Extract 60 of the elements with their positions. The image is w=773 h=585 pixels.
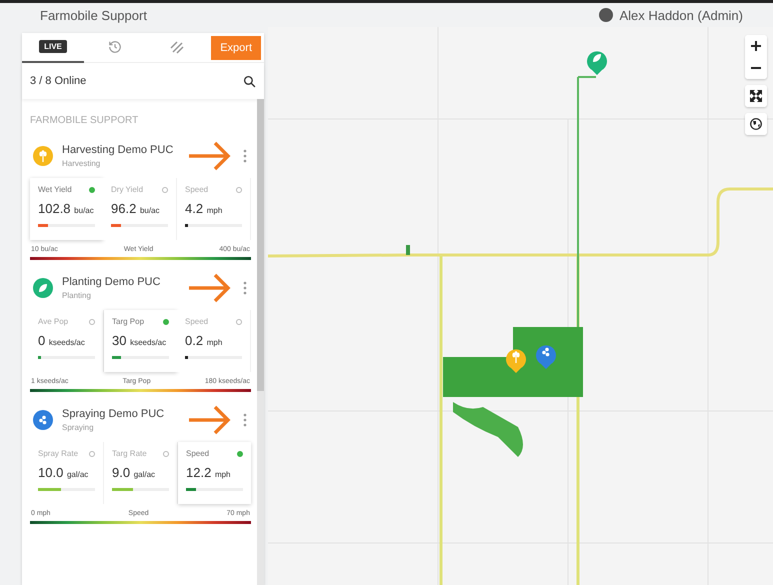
metric-label: Speed xyxy=(185,317,208,326)
metric-card[interactable]: Targ Pop 30 kseeds/ac xyxy=(104,310,177,372)
metric-label: Dry Yield xyxy=(111,185,144,194)
history-icon xyxy=(108,40,122,54)
arrow-annotation-icon xyxy=(187,271,231,305)
machine-activity: Harvesting xyxy=(62,159,102,168)
metric-value: 10.0 gal/ac xyxy=(38,465,90,480)
zoom-in-button[interactable] xyxy=(745,35,767,57)
live-badge: LIVE xyxy=(39,40,67,53)
user-avatar-icon xyxy=(599,8,614,22)
metric-value: 102.8 bu/ac xyxy=(38,201,95,216)
droplets-icon xyxy=(38,415,48,425)
machine-name[interactable]: Planting Demo PUC xyxy=(62,276,178,288)
arrow-annotation-icon xyxy=(187,403,231,437)
leaf-icon xyxy=(593,54,601,62)
user-name[interactable]: Alex Haddon (Admin) xyxy=(619,8,743,22)
metric-value: 0.2 mph xyxy=(185,333,224,348)
metric-card[interactable]: Speed 12.2 mph xyxy=(178,442,251,504)
metric-value: 0 kseeds/ac xyxy=(38,333,86,348)
metric-label: Targ Pop xyxy=(112,317,144,326)
metric-label: Targ Rate xyxy=(112,449,147,458)
metric-label: Ave Pop xyxy=(38,317,68,326)
wheat-icon xyxy=(38,150,48,162)
planting-map-marker[interactable] xyxy=(587,51,607,75)
metric-label: Wet Yield xyxy=(38,185,72,194)
leaf-icon xyxy=(38,283,48,293)
machine-activity: Spraying xyxy=(62,423,95,432)
globe-icon xyxy=(750,118,762,130)
metric-label: Speed xyxy=(186,449,210,458)
scrollbar-thumb[interactable] xyxy=(257,99,264,391)
more-menu-icon[interactable] xyxy=(242,281,248,295)
stripes-icon xyxy=(170,40,184,54)
harvesting-map-marker[interactable] xyxy=(506,349,526,373)
machine-activity: Planting xyxy=(62,291,92,300)
metric-card[interactable]: Wet Yield 102.8 bu/ac xyxy=(30,178,103,240)
group-heading: FARMOBILE SUPPORT xyxy=(30,115,140,126)
metric-value: 9.0 gal/ac xyxy=(112,465,156,480)
tab[interactable]: LIVE xyxy=(22,32,84,62)
wheat-icon xyxy=(512,351,520,363)
more-menu-icon[interactable] xyxy=(242,149,248,163)
metric-label: Spray Rate xyxy=(38,449,78,458)
metric-value: 12.2 mph xyxy=(186,465,232,480)
arrow-annotation-icon xyxy=(187,139,231,173)
plus-icon xyxy=(751,41,761,51)
online-count: 3 / 8 Online xyxy=(30,75,86,87)
expand-icon xyxy=(750,90,762,102)
metric-value: 30 kseeds/ac xyxy=(112,333,168,348)
zoom-out-button[interactable] xyxy=(745,57,767,79)
spraying-map-marker[interactable] xyxy=(536,345,556,369)
machine-name[interactable]: Spraying Demo PUC xyxy=(62,408,178,420)
search-icon[interactable] xyxy=(243,74,256,88)
globe-button[interactable] xyxy=(745,113,767,135)
metric-value: 4.2 mph xyxy=(185,201,224,216)
machine-name[interactable]: Harvesting Demo PUC xyxy=(62,144,178,156)
metric-value: 96.2 bu/ac xyxy=(111,201,161,216)
more-menu-icon[interactable] xyxy=(242,413,248,427)
droplets-icon xyxy=(542,348,550,356)
fullscreen-button[interactable] xyxy=(745,85,767,107)
organization-title: Farmobile Support xyxy=(40,8,147,22)
metric-label: Speed xyxy=(185,185,208,194)
